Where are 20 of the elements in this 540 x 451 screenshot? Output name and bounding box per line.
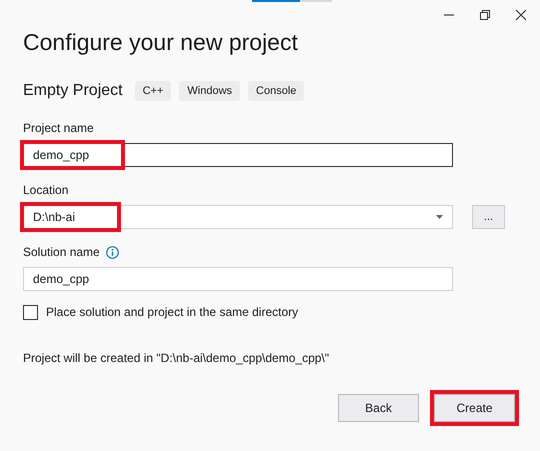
tag: Console bbox=[248, 80, 304, 102]
dropdown-caret-icon[interactable] bbox=[436, 215, 443, 219]
browse-button[interactable]: ... bbox=[472, 205, 505, 229]
tag: Windows bbox=[179, 80, 240, 102]
close-icon[interactable] bbox=[514, 8, 528, 22]
tag: C++ bbox=[134, 80, 172, 102]
dialog-button[interactable]: Back bbox=[338, 394, 419, 422]
location-dropdown[interactable]: D:\nb-ai bbox=[23, 205, 453, 229]
restore-icon[interactable] bbox=[478, 8, 492, 22]
template-name: Empty Project bbox=[23, 81, 123, 101]
input-field[interactable]: demo_cpp bbox=[23, 267, 453, 291]
info-icon[interactable] bbox=[106, 246, 119, 258]
checkbox-label: Place solution and project in the same directory bbox=[46, 304, 298, 321]
page-title: Configure your new project bbox=[23, 28, 298, 57]
field-label: Location bbox=[23, 182, 68, 199]
output-path-text: Project will be created in "D:\nb-ai\demo_cpp\demo_cpp\" bbox=[23, 350, 330, 367]
field-label: Project name bbox=[23, 120, 94, 137]
input-field[interactable]: demo_cpp bbox=[23, 143, 453, 167]
field-label: Solution name bbox=[23, 244, 100, 261]
checkbox[interactable] bbox=[23, 304, 38, 320]
